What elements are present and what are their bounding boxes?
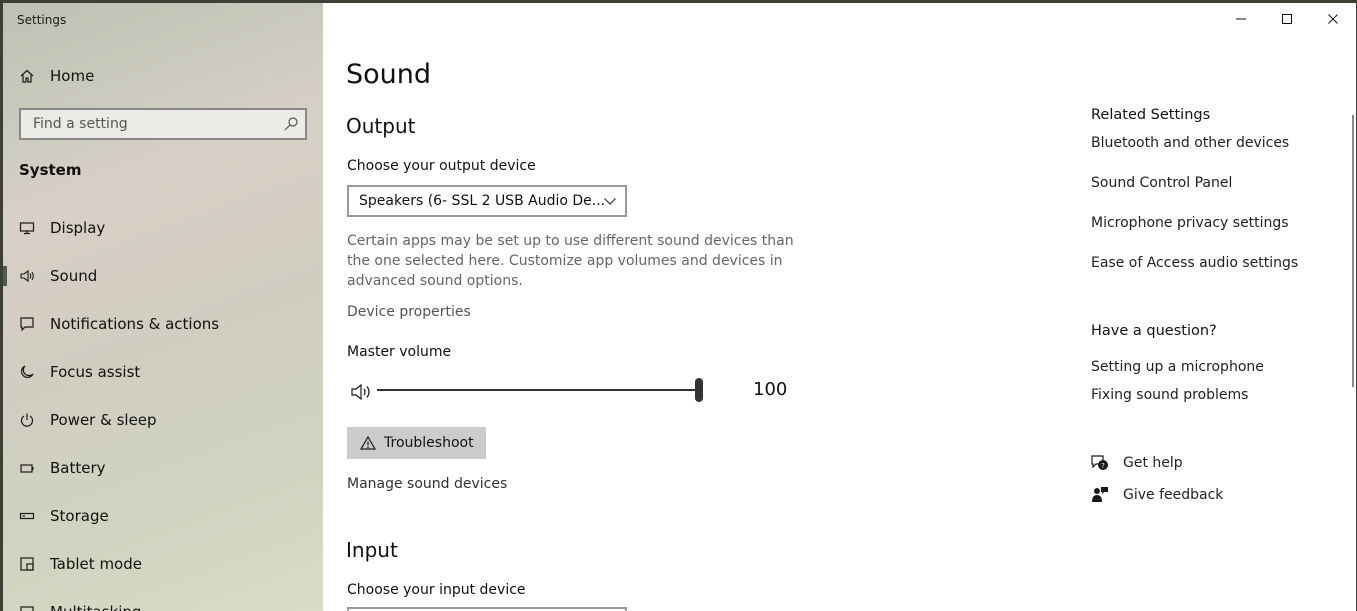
close-button[interactable] [1310,3,1356,35]
related-settings-heading: Related Settings [1091,107,1211,123]
sidebar-item-label: Notifications & actions [50,315,220,333]
get-help-label: Get help [1123,455,1183,471]
related-settings-panel: Related Settings Bluetooth and other dev… [1091,3,1351,611]
help-chat-icon: ? [1091,454,1109,472]
sidebar-item-power-sleep[interactable]: Power & sleep [3,400,323,440]
svg-text:?: ? [1101,462,1105,470]
notification-icon [19,316,35,332]
chevron-down-icon [603,193,617,207]
sidebar-item-label: Display [50,219,106,237]
window-controls [1218,3,1356,35]
minimize-icon [1236,18,1246,20]
microphone-privacy-link[interactable]: Microphone privacy settings [1091,215,1289,231]
sidebar-item-label: Battery [50,459,106,477]
minimize-button[interactable] [1218,3,1264,35]
sidebar-item-focus-assist[interactable]: Focus assist [3,352,323,392]
troubleshoot-label: Troubleshoot [384,435,474,451]
sidebar-item-home[interactable]: Home [3,56,323,96]
home-icon [19,68,35,84]
output-heading: Output [346,114,416,138]
sound-control-panel-link[interactable]: Sound Control Panel [1091,175,1232,191]
device-properties-link[interactable]: Device properties [347,304,471,320]
sidebar: Settings Home System Display Sound [3,3,323,611]
sidebar-section-system: System [19,161,82,179]
warning-icon [359,435,377,451]
master-volume-label: Master volume [347,344,452,360]
sidebar-item-label: Home [50,67,95,85]
ease-of-access-audio-link[interactable]: Ease of Access audio settings [1091,255,1298,271]
maximize-button[interactable] [1264,3,1310,35]
master-volume-slider-row: 100 [347,375,807,405]
sidebar-item-battery[interactable]: Battery [3,448,323,488]
sidebar-item-label: Storage [50,507,109,525]
close-icon [1328,14,1338,24]
multitasking-icon [19,604,35,611]
scrollbar[interactable] [1352,115,1354,387]
sidebar-item-display[interactable]: Display [3,208,323,248]
input-heading: Input [346,538,398,562]
output-device-label: Choose your output device [347,158,536,174]
setting-up-microphone-link[interactable]: Setting up a microphone [1091,359,1264,375]
storage-icon [19,508,35,524]
sidebar-item-storage[interactable]: Storage [3,496,323,536]
volume-slider-track[interactable] [377,389,703,391]
troubleshoot-button[interactable]: Troubleshoot [347,427,486,459]
output-device-dropdown[interactable]: Speakers (6- SSL 2 USB Audio De... [347,185,627,217]
sidebar-item-multitasking[interactable]: Multitasking [3,592,323,611]
power-icon [19,412,35,428]
tablet-icon [19,556,35,572]
feedback-icon [1091,486,1109,504]
give-feedback-link[interactable]: Give feedback [1091,485,1223,505]
sidebar-item-tablet-mode[interactable]: Tablet mode [3,544,323,584]
volume-icon[interactable] [351,383,373,401]
output-description: Certain apps may be set up to use differ… [347,233,794,289]
main-content: Sound Output Choose your output device S… [323,3,1356,611]
manage-sound-devices-link[interactable]: Manage sound devices [347,476,507,492]
input-device-label: Choose your input device [347,582,526,598]
get-help-link[interactable]: ? Get help [1091,453,1183,473]
volume-slider-thumb[interactable] [695,378,703,402]
sidebar-item-label: Multitasking [50,603,141,611]
sidebar-item-label: Tablet mode [50,555,142,573]
search-icon[interactable] [283,116,299,132]
output-device-value: Speakers (6- SSL 2 USB Audio De... [359,193,606,209]
moon-icon [19,364,35,380]
sidebar-item-label: Power & sleep [50,411,157,429]
app-title: Settings [17,13,67,27]
sidebar-item-label: Sound [50,267,98,285]
settings-window: Settings Home System Display Sound [3,3,1356,611]
search-input[interactable] [31,115,275,133]
give-feedback-label: Give feedback [1123,487,1224,503]
sidebar-item-notifications[interactable]: Notifications & actions [3,304,323,344]
maximize-icon [1282,14,1292,24]
page-title: Sound [346,59,432,90]
sidebar-item-sound[interactable]: Sound [3,256,323,296]
speaker-icon [19,268,35,284]
sidebar-item-label: Focus assist [50,363,141,381]
bluetooth-devices-link[interactable]: Bluetooth and other devices [1091,135,1289,151]
fixing-sound-problems-link[interactable]: Fixing sound problems [1091,387,1248,403]
input-device-dropdown[interactable] [347,607,627,611]
battery-icon [19,460,35,476]
monitor-icon [19,220,35,236]
volume-value: 100 [753,379,788,400]
search-box[interactable] [19,108,307,140]
have-a-question-heading: Have a question? [1091,323,1217,339]
